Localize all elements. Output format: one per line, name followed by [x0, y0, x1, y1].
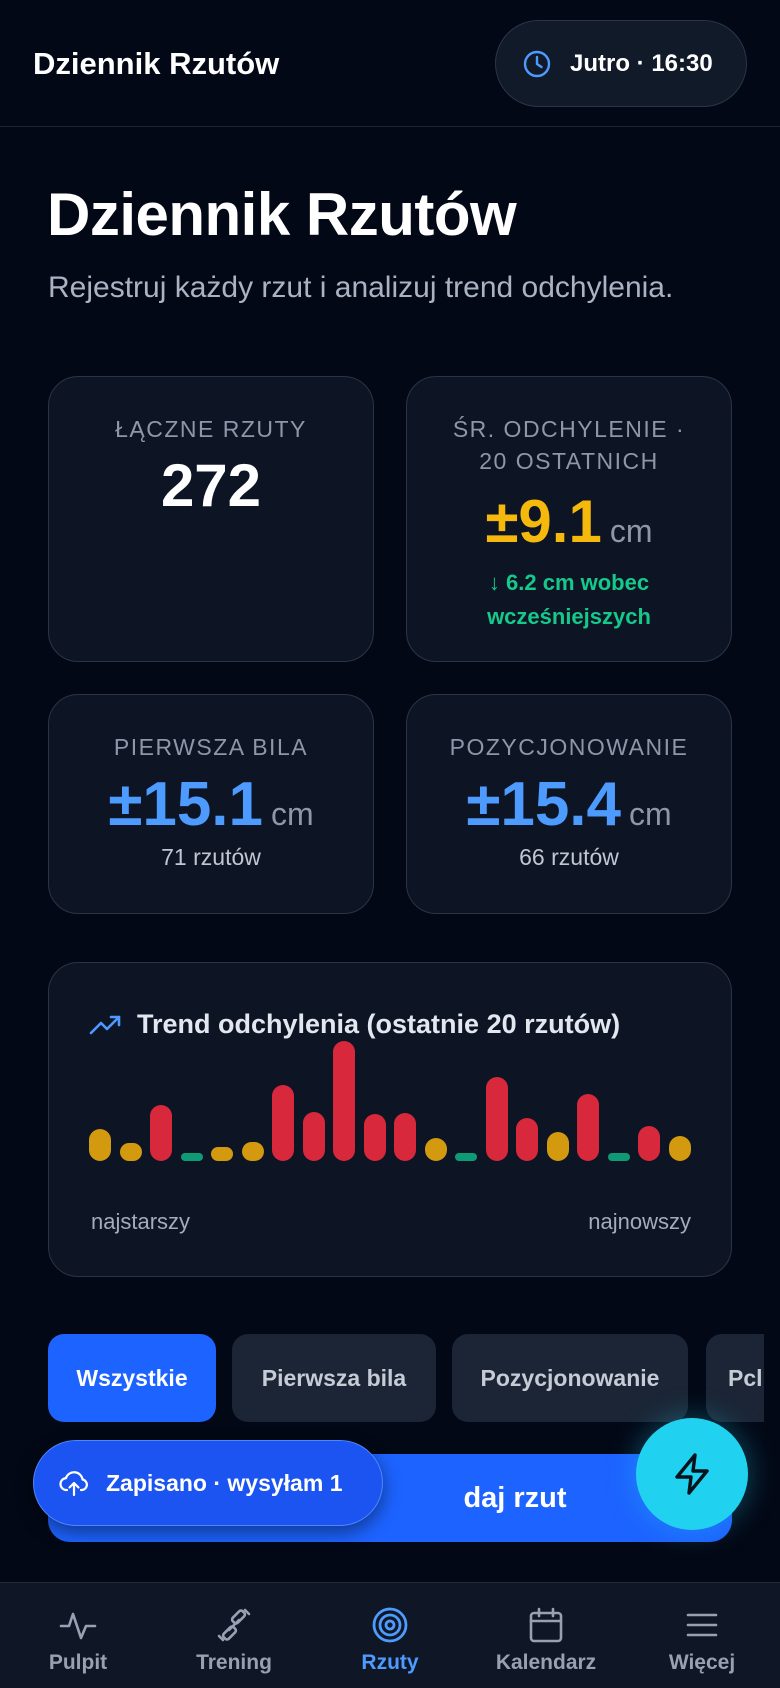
- trend-title: Trend odchylenia (ostatnie 20 rzutów): [137, 1009, 621, 1039]
- trend-bar: [302, 1112, 325, 1161]
- stat-value-row: ±15.4 cm: [407, 769, 731, 840]
- trend-bar: [485, 1077, 508, 1161]
- top-bar: Dziennik Rzutów Jutro · 16:30: [0, 0, 780, 127]
- filter-chip-all[interactable]: Wszystkie: [48, 1334, 216, 1422]
- page-subtitle: Rejestruj każdy rzut i analizuj trend od…: [48, 271, 674, 304]
- filter-chip-first-ball[interactable]: Pierwsza bila: [232, 1334, 436, 1422]
- trend-bar: [424, 1137, 447, 1161]
- stat-card-first-ball: PIERWSZA BILA ±15.1 cm 71 rzutów: [48, 694, 374, 914]
- add-shot-label: daj rzut: [463, 1481, 567, 1514]
- trend-bar: [455, 1153, 478, 1161]
- trend-bar: [241, 1141, 264, 1161]
- trend-bar: [89, 1129, 111, 1161]
- stat-delta: ↓ 6.2 cm wobec wcześniejszych: [407, 566, 731, 634]
- app-title: Dziennik Rzutów: [33, 46, 280, 81]
- page-title: Dziennik Rzutów: [47, 181, 517, 248]
- nav-label: Rzuty: [361, 1651, 419, 1674]
- stat-label: ŁĄCZNE RZUTY: [115, 416, 307, 442]
- nav-label: Więcej: [668, 1651, 736, 1674]
- nav-item-wiecej[interactable]: Więcej: [632, 1583, 772, 1688]
- next-session-button[interactable]: Jutro · 16:30: [495, 20, 747, 107]
- filter-chips: Wszystkie Pierwsza bila Pozycjonowanie P…: [48, 1334, 764, 1422]
- trend-bar: [669, 1135, 691, 1161]
- trend-bar: [333, 1041, 356, 1161]
- stat-value: 272: [160, 452, 262, 519]
- trend-bar: [272, 1084, 295, 1161]
- trend-bar: [150, 1104, 173, 1161]
- trend-up-icon: [89, 1015, 121, 1034]
- nav-item-pulpit[interactable]: Pulpit: [8, 1583, 148, 1688]
- trend-bar: [516, 1117, 539, 1161]
- stat-count: 66 rzutów: [519, 844, 619, 870]
- nav-item-rzuty[interactable]: Rzuty: [320, 1583, 460, 1688]
- nav-label: Trening: [196, 1651, 272, 1674]
- trend-bar: [394, 1113, 417, 1161]
- stat-label: POZYCJONOWANIE: [449, 734, 689, 760]
- stat-label-line: ŚR. ODCHYLENIE ·: [452, 416, 686, 442]
- app-screen: Dziennik Rzutów Jutro · 16:30 Dziennik R…: [0, 0, 780, 1688]
- nav-label: Pulpit: [48, 1651, 108, 1674]
- stat-value: ±9.1: [485, 488, 602, 555]
- activity-icon: [59, 1612, 97, 1640]
- stat-label: PIERWSZA BILA: [113, 734, 309, 760]
- quick-action-button[interactable]: [636, 1418, 748, 1530]
- stat-unit: cm: [629, 796, 672, 832]
- nav-item-trening[interactable]: Trening: [164, 1583, 304, 1688]
- stat-unit: cm: [271, 796, 314, 832]
- trend-bar: [119, 1142, 142, 1161]
- clock-icon: [523, 50, 551, 77]
- stat-value: ±15.1: [108, 770, 264, 839]
- stat-value: ±15.4: [466, 770, 622, 839]
- stat-delta-line: wcześniejszych: [487, 604, 651, 629]
- filter-chip-positioning[interactable]: Pozycjonowanie: [452, 1334, 688, 1422]
- trend-header: Trend odchylenia (ostatnie 20 rzutów): [89, 1009, 620, 1040]
- trend-bar: [607, 1153, 630, 1161]
- dumbbell-icon: [217, 1608, 251, 1642]
- stat-label-line: 20 OSTATNICH: [479, 448, 659, 474]
- trend-bar: [638, 1126, 661, 1161]
- stat-unit: cm: [609, 513, 653, 549]
- lightning-icon: [675, 1453, 709, 1495]
- sync-status-label: Zapisano · wysyłam 1: [106, 1469, 343, 1496]
- trend-bar: [211, 1146, 234, 1161]
- stat-card-total: ŁĄCZNE RZUTY 272: [48, 376, 374, 662]
- stat-card-positioning: POZYCJONOWANIE ±15.4 cm 66 rzutów: [406, 694, 732, 914]
- nav-label: Kalendarz: [495, 1651, 597, 1674]
- stat-delta-line: ↓ 6.2 cm wobec: [488, 570, 650, 595]
- stat-card-avg-deviation: ŚR. ODCHYLENIE · 20 OSTATNICH ±9.1 cm ↓ 6…: [406, 376, 732, 662]
- trend-bar: [577, 1093, 600, 1161]
- stat-value-row: ±15.1 cm: [49, 769, 373, 840]
- axis-label-oldest: najstarszy: [91, 1209, 191, 1234]
- sync-status-toast[interactable]: Zapisano · wysyłam 1: [33, 1440, 383, 1526]
- axis-label-newest: najnowszy: [588, 1209, 691, 1234]
- calendar-icon: [529, 1607, 563, 1643]
- stat-label: ŚR. ODCHYLENIE · 20 OSTATNICH: [407, 413, 731, 477]
- nav-item-kalendarz[interactable]: Kalendarz: [476, 1583, 616, 1688]
- stat-value-row: ±9.1 cm: [407, 487, 731, 556]
- trend-bar: [180, 1153, 203, 1161]
- trend-bar-chart: [89, 1041, 691, 1161]
- next-session-label: Jutro · 16:30: [570, 49, 713, 77]
- bottom-nav: Pulpit Trening Rzuty Kalendarz Więcej: [0, 1582, 780, 1688]
- cloud-upload-icon: [59, 1471, 88, 1497]
- menu-icon: [686, 1613, 718, 1637]
- trend-card: Trend odchylenia (ostatnie 20 rzutów) na…: [48, 962, 732, 1277]
- stat-count: 71 rzutów: [161, 844, 261, 870]
- trend-bar: [546, 1131, 569, 1161]
- filter-chip-partial[interactable]: Pcl: [706, 1334, 764, 1422]
- target-icon: [372, 1607, 408, 1643]
- trend-bar: [363, 1114, 386, 1161]
